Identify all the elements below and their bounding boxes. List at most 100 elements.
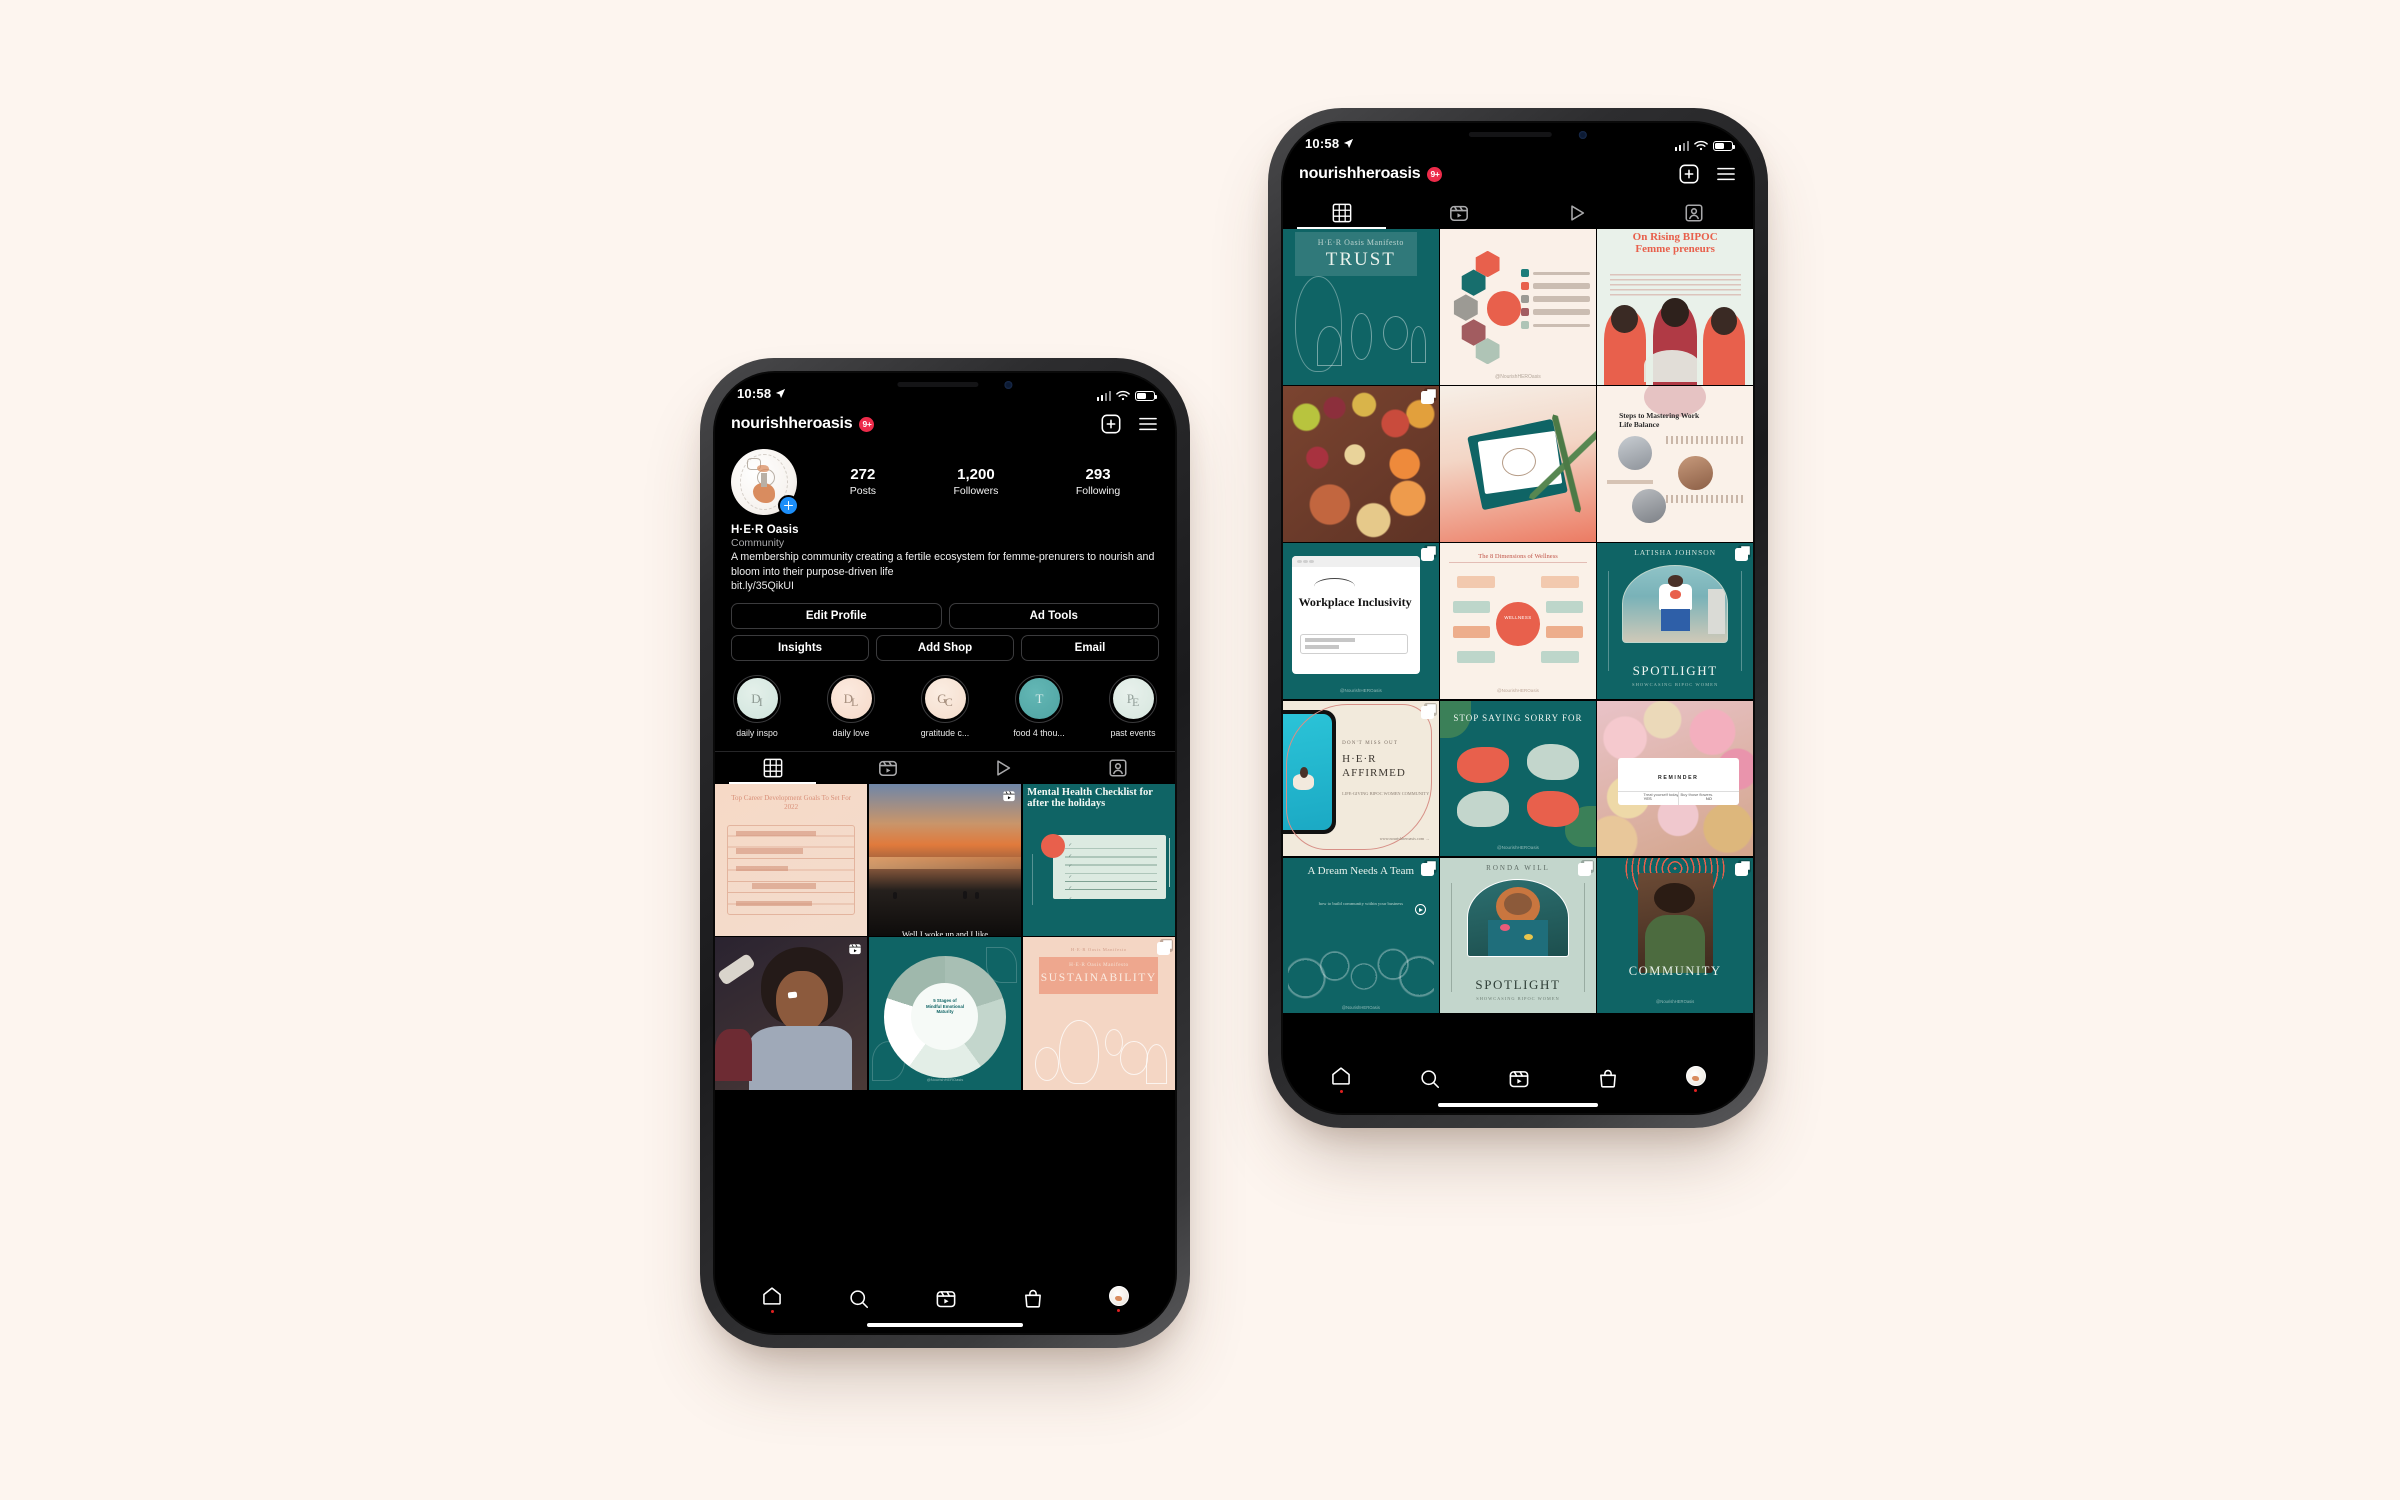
grid-cell[interactable]: Workplace Inclusivity @NourishHEROasis <box>1283 543 1439 699</box>
tagged-tab[interactable] <box>1060 752 1175 784</box>
profile-tabs-left <box>715 750 1175 784</box>
scene: 10:58 nourishheroasis 9+ H·E·R Oasis Man… <box>0 0 2400 1500</box>
plus-square-icon[interactable] <box>1678 163 1700 185</box>
highlight-daily-love[interactable]: DL daily love <box>825 674 877 738</box>
grid-cell[interactable] <box>715 937 868 1090</box>
add-story-plus-button[interactable] <box>778 495 799 516</box>
reels-tab[interactable] <box>830 752 945 784</box>
grid-cell[interactable]: DON'T MISS OUT H·E·R AFFIRMED LIFE-GIVING… <box>1283 700 1439 857</box>
grid-cell[interactable]: On Rising BIPOC Femme preneurs <box>1597 229 1753 385</box>
grid-cell[interactable]: Mental Health Checklist for after the ho… <box>1022 783 1175 936</box>
grid-cell[interactable]: RONDA WILL SPOTLIGHT SHOWCASING BIPOC WO… <box>1440 857 1596 1014</box>
username-label: nourishheroasis <box>731 415 853 432</box>
grid-cell[interactable]: H·E·R Oasis Manifesto TRUST <box>1283 229 1439 385</box>
reels-icon <box>1003 790 1015 801</box>
reels-badge-icon <box>1002 789 1016 808</box>
stat-value: 272 <box>850 465 876 483</box>
carousel-icon <box>1420 548 1434 562</box>
grid-cell[interactable]: REMINDER Treat yourself today. Buy those… <box>1597 700 1753 857</box>
reels-icon <box>849 944 862 955</box>
grid-cell[interactable]: Well I woke up and I like <box>868 783 1022 936</box>
grid-cell[interactable]: The 8 Dimensions of Wellness WELLNESS @N… <box>1440 543 1596 700</box>
home-icon <box>1332 1066 1351 1085</box>
bio-link[interactable]: bit.ly/35QikUI <box>731 580 1159 592</box>
profile-stats: 272 Posts 1,200 Followers 293 Following <box>797 466 1159 498</box>
battery-icon <box>1135 390 1157 401</box>
shop-tab[interactable] <box>1597 1068 1619 1090</box>
grid-cell[interactable]: COMMUNITY @NourishHEROasis <box>1597 857 1753 1014</box>
grid-tab[interactable] <box>1283 197 1401 229</box>
profile-avatar-icon <box>1685 1065 1706 1086</box>
highlight-label: daily inspo <box>736 727 778 738</box>
reels-icon <box>878 760 897 776</box>
cellular-signal-icon <box>1096 390 1111 401</box>
reels-tab[interactable] <box>1401 197 1519 229</box>
tagged-user-icon <box>1685 204 1703 222</box>
highlight-label: past events <box>1110 727 1156 738</box>
profile-tabs-right <box>1283 197 1753 229</box>
grid-cell[interactable]: 5 Stages of Mindful Emotional Maturity @No… <box>868 937 1022 1090</box>
bio-block: H·E·R Oasis Community A membership commu… <box>715 515 1175 592</box>
highlight-daily-inspo[interactable]: DI daily inspo <box>731 674 783 738</box>
stat-value: 293 <box>1085 465 1111 483</box>
add-shop-button[interactable]: Add Shop <box>876 634 1014 661</box>
hamburger-menu-icon[interactable] <box>1137 415 1159 433</box>
grid-cell[interactable] <box>1440 386 1596 542</box>
profile-tab[interactable] <box>1685 1065 1706 1092</box>
plus-square-icon[interactable] <box>1100 413 1122 435</box>
stat-following[interactable]: 293 Following <box>1076 466 1120 498</box>
ad-tools-button[interactable]: Ad Tools <box>948 602 1159 629</box>
stat-followers[interactable]: 1,200 Followers <box>953 466 998 498</box>
highlight-gratitude[interactable]: GC gratitude c... <box>919 674 971 738</box>
home-icon <box>763 1286 782 1305</box>
grid-cell[interactable]: @NourishHEROasis <box>1440 229 1596 385</box>
shop-tab[interactable] <box>1022 1288 1044 1310</box>
grid-cell[interactable] <box>1283 386 1439 542</box>
carousel-icon <box>1735 548 1748 562</box>
grid-icon <box>763 758 782 777</box>
carousel-icon <box>1420 705 1434 719</box>
notch <box>825 373 1065 399</box>
edit-profile-button[interactable]: Edit Profile <box>731 602 942 629</box>
username-block[interactable]: nourishheroasis 9+ <box>1299 165 1443 183</box>
stat-label: Followers <box>953 484 999 497</box>
avatar-wrapper[interactable] <box>731 449 799 516</box>
insights-button[interactable]: Insights <box>731 634 869 661</box>
tagged-tab[interactable] <box>1636 197 1754 229</box>
highlight-label: food 4 thou... <box>1013 727 1065 738</box>
cellular-signal-icon <box>1674 140 1689 151</box>
reels-icon <box>1450 205 1469 222</box>
reels-tab[interactable] <box>935 1288 957 1310</box>
shopping-bag-icon <box>1599 1069 1616 1088</box>
stat-label: Posts <box>849 484 876 497</box>
grid-cell[interactable]: Steps to Mastering Work Life Balance <box>1597 386 1753 542</box>
email-button[interactable]: Email <box>1021 634 1159 661</box>
highlight-past-events[interactable]: PE past events <box>1107 674 1159 738</box>
hamburger-menu-icon[interactable] <box>1715 165 1737 183</box>
video-tab[interactable] <box>1518 197 1636 229</box>
reels-icon <box>1509 1070 1529 1088</box>
grid-cell[interactable]: Top Career Development Goals To Set For … <box>715 783 868 936</box>
home-tab[interactable] <box>761 1285 783 1313</box>
grid-tab[interactable] <box>715 752 830 784</box>
bio-text: A membership community creating a fertil… <box>731 550 1155 578</box>
video-tab[interactable] <box>945 752 1060 784</box>
home-indicator <box>715 1317 1175 1333</box>
grid-cell[interactable]: A Dream Needs A Team how to build commun… <box>1283 857 1439 1014</box>
grid-cell[interactable]: LATISHA JOHNSON SPOTLIGHT SHOWCASING BIP… <box>1597 543 1753 700</box>
shopping-bag-icon <box>1024 1289 1041 1308</box>
home-tab[interactable] <box>1330 1065 1352 1093</box>
grid-cell[interactable]: STOP SAYING SORRY FOR @NourishHEROasis <box>1440 700 1596 857</box>
stat-posts[interactable]: 272 Posts <box>850 466 876 498</box>
reels-tab[interactable] <box>1508 1068 1530 1090</box>
username-block[interactable]: nourishheroasis 9+ <box>731 415 875 433</box>
highlight-food-4-thought[interactable]: T food 4 thou... <box>1013 674 1065 738</box>
search-tab[interactable] <box>1419 1068 1441 1090</box>
phone-right: 10:58 nourishheroasis 9+ H·E·R Oasis Man… <box>1268 108 1768 1128</box>
profile-action-buttons: Edit Profile Ad Tools Insights Add Shop … <box>715 592 1175 661</box>
grid-cell[interactable]: H·E·R Oasis Manifesto H·E·R Oasis Manife… <box>1022 937 1175 1090</box>
search-tab[interactable] <box>848 1288 870 1310</box>
profile-tab[interactable] <box>1108 1285 1129 1312</box>
carousel-icon <box>1156 942 1170 956</box>
profile-category: Community <box>731 536 785 549</box>
